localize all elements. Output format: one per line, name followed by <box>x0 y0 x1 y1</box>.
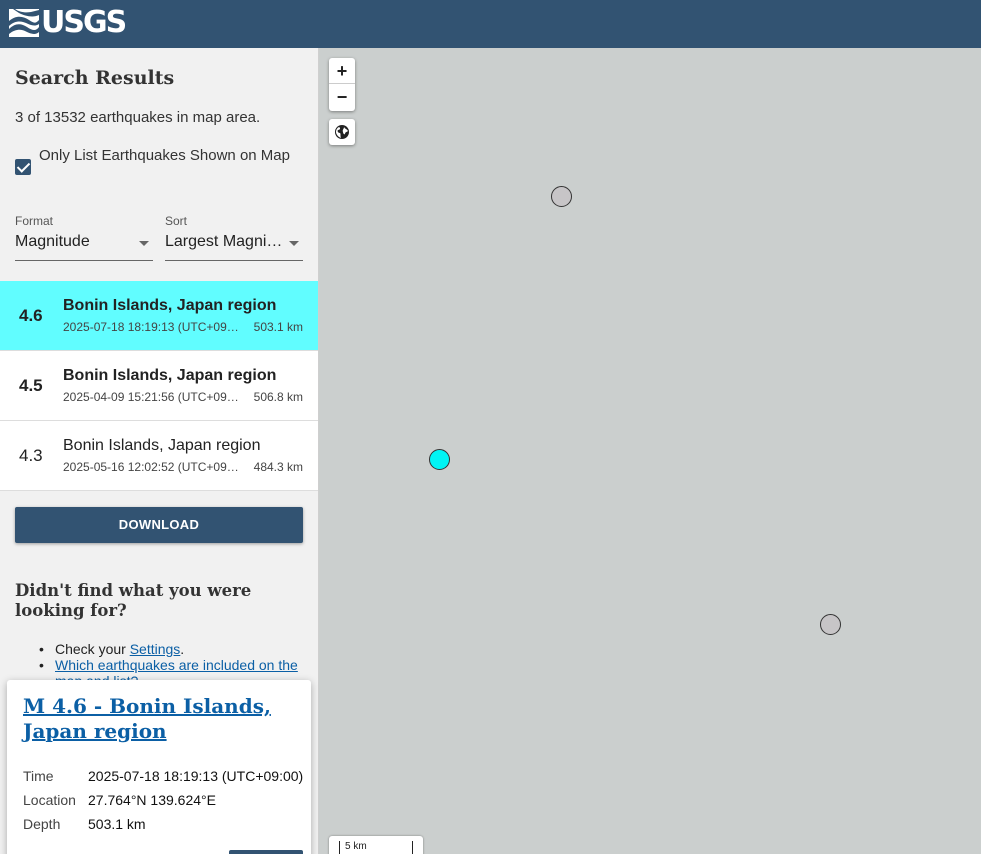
header-bar: USGS <box>0 0 981 48</box>
basemap-button[interactable] <box>329 119 355 145</box>
popup-location-value: 27.764°N 139.624°E <box>88 792 216 808</box>
usgs-logo-text: USGS <box>41 5 127 40</box>
usgs-wave-icon <box>9 9 39 37</box>
earthquake-depth: 503.1 km <box>253 320 303 334</box>
zoom-control: + − <box>329 58 355 111</box>
earthquake-place: Bonin Islands, Japan region <box>63 437 261 454</box>
zoom-out-button[interactable]: − <box>329 84 355 110</box>
scale-label: 5 km <box>345 841 367 852</box>
format-value: Magnitude <box>15 233 90 250</box>
earthquake-place: Bonin Islands, Japan region <box>63 297 277 314</box>
help-heading: Didn't find what you were looking for? <box>15 581 252 620</box>
earthquake-popup: M 4.6 - Bonin Islands, Japan region Time… <box>7 680 311 854</box>
sort-select[interactable]: Sort Largest Magnitude <box>165 214 303 261</box>
help-check-suffix: . <box>180 641 185 657</box>
chevron-down-icon <box>289 241 299 246</box>
chevron-down-icon <box>139 241 149 246</box>
format-label: Format <box>15 214 54 228</box>
only-list-toggle[interactable]: Only List Earthquakes Shown on Map <box>15 144 305 175</box>
earthquake-marker[interactable] <box>820 614 841 635</box>
popup-depth-key: Depth <box>23 816 61 832</box>
zoom-in-button[interactable]: + <box>329 58 355 84</box>
earthquake-list-item[interactable]: 4.3 Bonin Islands, Japan region 2025-05-… <box>0 421 318 491</box>
earthquake-place: Bonin Islands, Japan region <box>63 367 277 384</box>
earthquake-depth: 484.3 km <box>253 460 303 474</box>
earthquake-time: 2025-05-16 12:02:52 (UTC+09:00) <box>63 460 240 474</box>
earthquake-list: 4.6 Bonin Islands, Japan region 2025-07-… <box>0 281 318 491</box>
globe-icon <box>335 125 349 139</box>
sort-value: Largest Magnitude <box>165 233 283 250</box>
only-list-checkbox[interactable] <box>15 159 31 175</box>
map-scale: 5 km <box>329 836 423 854</box>
download-button[interactable]: DOWNLOAD <box>15 507 303 543</box>
selected-earthquake-marker[interactable] <box>429 449 450 470</box>
earthquake-magnitude: 4.6 <box>19 306 43 325</box>
search-results-title: Search Results <box>15 67 175 89</box>
usgs-logo[interactable]: USGS <box>9 5 127 40</box>
popup-location-row: Location 27.764°N 139.624°E <box>23 792 216 808</box>
popup-action-button[interactable] <box>229 850 303 854</box>
popup-depth-value: 503.1 km <box>88 816 146 832</box>
popup-location-key: Location <box>23 792 76 808</box>
sort-dropdown[interactable]: Largest Magnitude <box>165 233 303 261</box>
help-check-prefix: Check your <box>55 641 130 657</box>
map-canvas[interactable] <box>320 48 981 854</box>
earthquake-time: 2025-07-18 18:19:13 (UTC+09:00) <box>63 320 240 334</box>
help-item-settings: Check your Settings. <box>39 641 305 657</box>
popup-depth-row: Depth 503.1 km <box>23 816 146 832</box>
only-list-label: Only List Earthquakes Shown on Map <box>39 147 290 164</box>
format-select[interactable]: Format Magnitude <box>15 214 153 261</box>
earthquake-marker[interactable] <box>551 186 572 207</box>
earthquake-list-item[interactable]: 4.6 Bonin Islands, Japan region 2025-07-… <box>0 281 318 351</box>
earthquake-time: 2025-04-09 15:21:56 (UTC+09:00) <box>63 390 240 404</box>
sort-label: Sort <box>165 214 188 228</box>
popup-time-value: 2025-07-18 18:19:13 (UTC+09:00) <box>88 768 304 784</box>
earthquake-list-item[interactable]: 4.5 Bonin Islands, Japan region 2025-04-… <box>0 351 318 421</box>
popup-time-key: Time <box>23 768 54 784</box>
earthquake-count: 3 of 13532 earthquakes in map area. <box>15 109 261 126</box>
earthquake-magnitude: 4.5 <box>19 376 43 395</box>
format-dropdown[interactable]: Magnitude <box>15 233 153 261</box>
earthquake-depth: 506.8 km <box>253 390 303 404</box>
earthquake-magnitude: 4.3 <box>19 446 43 465</box>
popup-time-row: Time 2025-07-18 18:19:13 (UTC+09:00) <box>23 768 303 784</box>
popup-title-link[interactable]: M 4.6 - Bonin Islands, Japan region <box>23 694 293 744</box>
settings-link[interactable]: Settings <box>130 641 181 657</box>
